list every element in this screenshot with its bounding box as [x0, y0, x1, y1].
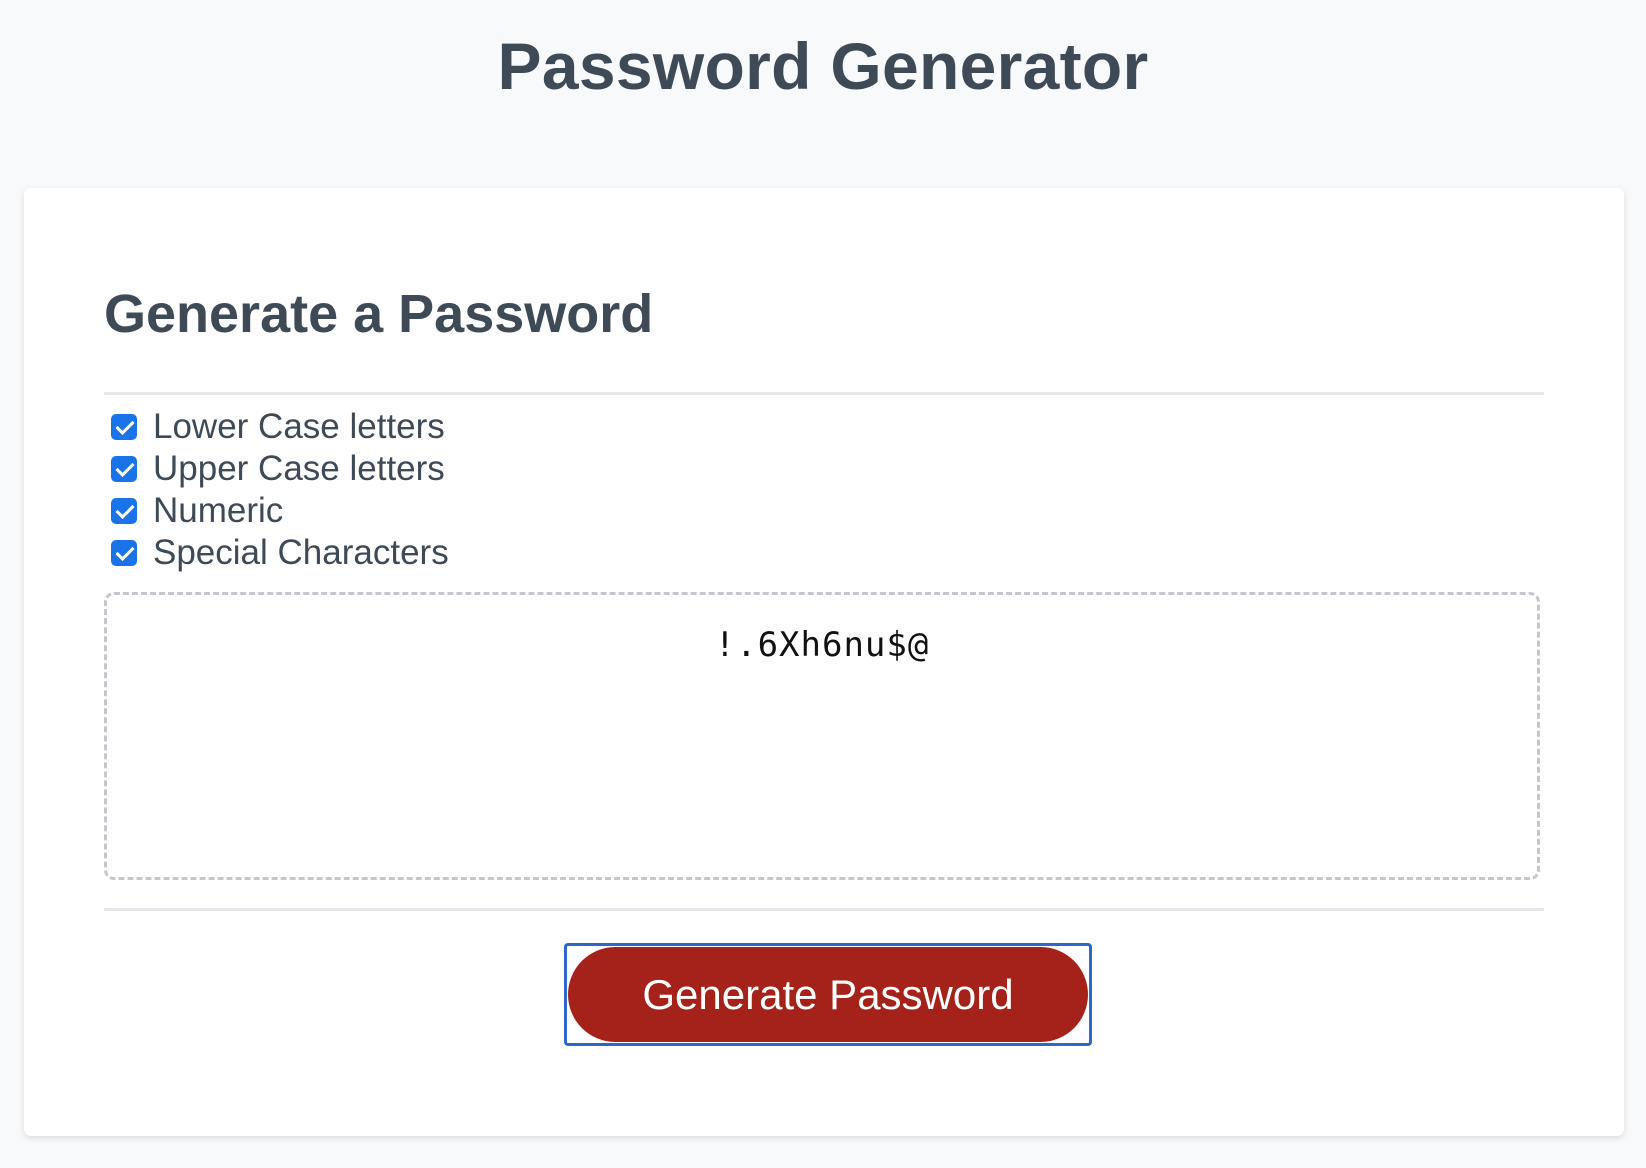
card-header: Generate a Password: [104, 278, 1544, 395]
generated-password: !.6Xh6nu$@: [714, 625, 930, 665]
generate-password-button[interactable]: Generate Password: [568, 947, 1088, 1042]
option-label: Special Characters: [153, 533, 449, 572]
password-card: Generate a Password Lower Case letters U…: [24, 188, 1624, 1136]
option-label: Upper Case letters: [153, 449, 445, 488]
page-header: Password Generator: [0, 0, 1646, 140]
password-output[interactable]: !.6Xh6nu$@: [104, 592, 1540, 880]
character-options: Lower Case letters Upper Case letters Nu…: [111, 406, 811, 574]
card-divider: [104, 908, 1544, 911]
special-checkbox[interactable]: [111, 540, 137, 566]
option-special[interactable]: Special Characters: [111, 532, 811, 574]
uppercase-checkbox[interactable]: [111, 456, 137, 482]
page-title: Password Generator: [497, 29, 1149, 103]
option-lowercase[interactable]: Lower Case letters: [111, 406, 811, 448]
lowercase-checkbox[interactable]: [111, 414, 137, 440]
generate-button-focus-ring: Generate Password: [564, 943, 1092, 1046]
numeric-checkbox[interactable]: [111, 498, 137, 524]
card-title: Generate a Password: [104, 284, 654, 344]
option-numeric[interactable]: Numeric: [111, 490, 811, 532]
option-label: Lower Case letters: [153, 407, 445, 446]
option-label: Numeric: [153, 491, 284, 530]
option-uppercase[interactable]: Upper Case letters: [111, 448, 811, 490]
